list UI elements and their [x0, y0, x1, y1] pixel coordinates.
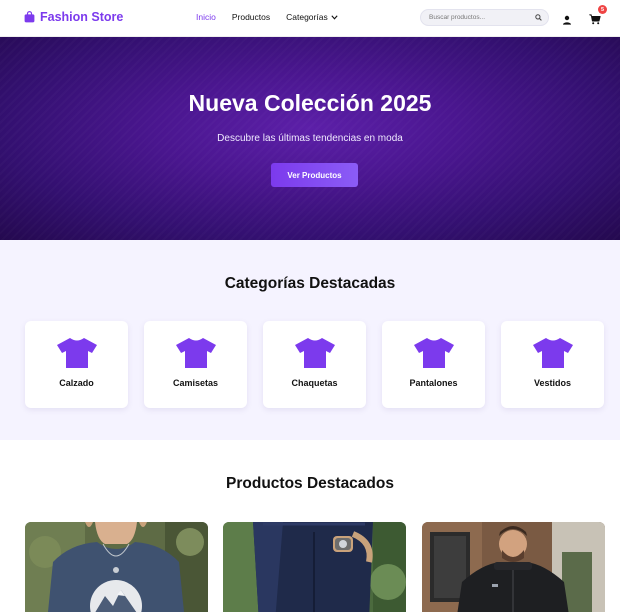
product-card[interactable]: [223, 522, 406, 612]
tshirt-icon: [294, 337, 336, 374]
product-image: [223, 522, 406, 612]
categories-title: Categorías Destacadas: [224, 275, 396, 292]
view-products-button[interactable]: Ver Productos: [271, 163, 358, 187]
hero-banner: Nueva Colección 2025 Descubre las última…: [0, 37, 620, 240]
cart-count-badge: 5: [598, 5, 607, 14]
tshirt-icon: [56, 337, 98, 374]
hero-title: Nueva Colección 2025: [188, 90, 432, 116]
product-image: [422, 522, 605, 612]
cart-icon[interactable]: [589, 12, 601, 25]
user-icon[interactable]: [562, 12, 572, 25]
search-icon[interactable]: [535, 14, 542, 21]
category-label: Pantalones: [409, 378, 458, 388]
product-card[interactable]: [422, 522, 605, 612]
category-label: Vestidos: [533, 378, 571, 388]
product-image: [25, 522, 208, 612]
category-label: Chaquetas: [291, 378, 338, 388]
nav-dropdown-label: Categorías: [286, 12, 328, 22]
category-card-calzado[interactable]: Calzado: [25, 321, 128, 408]
category-card-vestidos[interactable]: Vestidos: [501, 321, 604, 408]
shopping-bag-icon: [24, 11, 35, 23]
nav-link-inicio[interactable]: Inicio: [196, 12, 216, 22]
tshirt-icon: [413, 337, 455, 374]
category-card-pantalones[interactable]: Pantalones: [382, 321, 485, 408]
products-title: Productos Destacados: [226, 475, 394, 492]
category-label: Camisetas: [172, 378, 219, 388]
tshirt-icon: [175, 337, 217, 374]
featured-products-section: Productos Destacados: [0, 440, 620, 612]
main-nav: Inicio Productos Categorías: [196, 12, 338, 22]
navbar: Fashion Store Inicio Productos Categoría…: [0, 0, 620, 37]
category-label: Calzado: [59, 378, 94, 388]
featured-categories-section: Categorías Destacadas Calzado Camisetas …: [0, 240, 620, 440]
search-box: [420, 9, 549, 26]
brand-name: Fashion Store: [40, 10, 124, 24]
hero-subtitle: Descubre las últimas tendencias en moda: [217, 133, 403, 144]
nav-dropdown-categorias[interactable]: Categorías: [286, 12, 338, 22]
brand-logo[interactable]: Fashion Store: [24, 10, 123, 24]
category-card-chaquetas[interactable]: Chaquetas: [263, 321, 366, 408]
chevron-down-icon: [331, 12, 338, 22]
product-card[interactable]: [25, 522, 208, 612]
search-input[interactable]: [429, 14, 529, 21]
category-card-camisetas[interactable]: Camisetas: [144, 321, 247, 408]
tshirt-icon: [532, 337, 574, 374]
nav-link-productos[interactable]: Productos: [232, 12, 270, 22]
